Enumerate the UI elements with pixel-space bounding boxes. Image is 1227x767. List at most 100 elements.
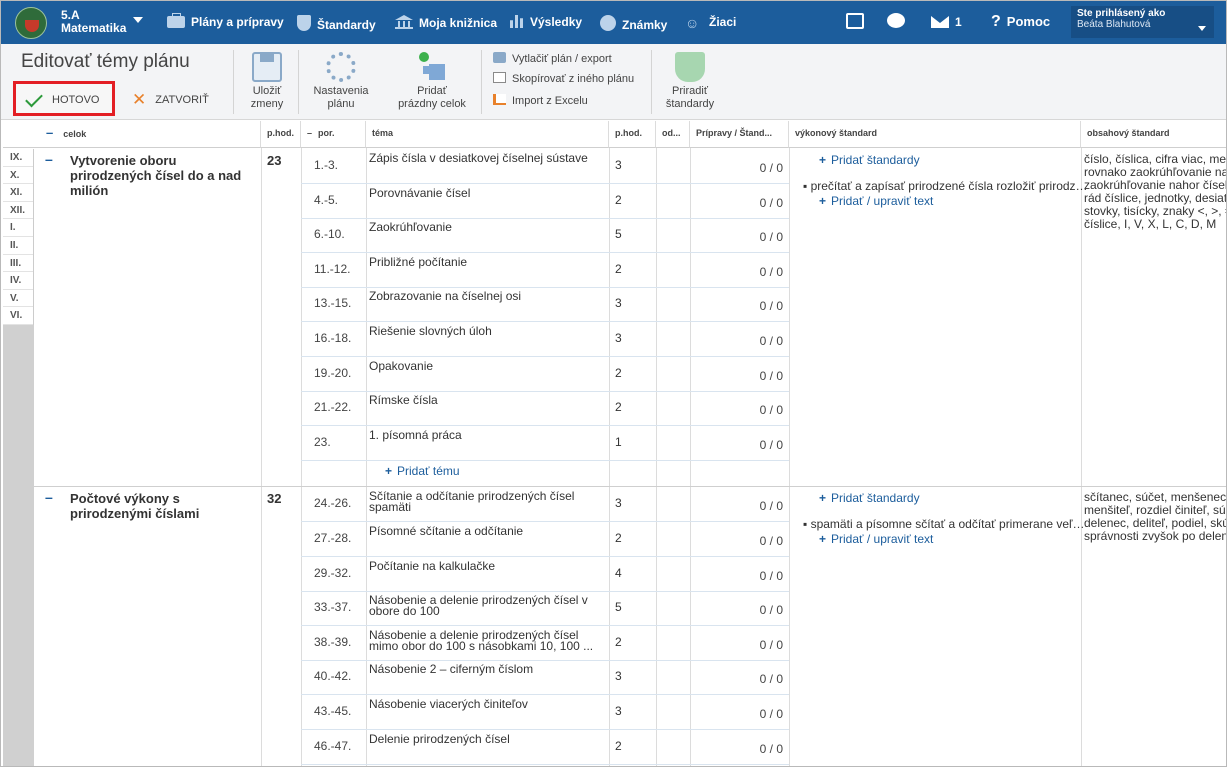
toolbar-divider [233, 50, 234, 114]
mail-icon[interactable] [931, 16, 949, 28]
screen-share-icon[interactable] [846, 13, 864, 29]
row-topic: Delenie prirodzených čísel [369, 731, 510, 746]
group-name[interactable]: Počtové výkony s prirodzenými číslami [70, 491, 255, 521]
help-label: Pomoc [1006, 14, 1051, 29]
user-menu[interactable]: Ste prihlásený ako Beáta Blahutová [1071, 6, 1214, 38]
row-hours: 1 [615, 434, 622, 449]
header-hours-2[interactable]: p.hod. [609, 121, 656, 148]
row-topic: Riešenie slovných úloh [369, 324, 492, 338]
assign-standards-button[interactable]: Priradiť štandardy [659, 52, 721, 111]
header-performance-standard[interactable]: výkonový štandard [789, 121, 1081, 148]
copy-from-plan-link[interactable]: Skopírovať z iného plánu [493, 72, 634, 85]
add-topic-link[interactable]: + Pridať tému [385, 464, 460, 478]
row-preparations: 0 / 0 [759, 334, 783, 348]
assign-label-2: štandardy [665, 98, 715, 110]
table-row[interactable]: 19.-20. Opakovanie 2 0 / 0 [301, 357, 789, 392]
row-preparations: 0 / 0 [759, 403, 783, 418]
chat-icon[interactable] [887, 13, 905, 28]
add-standards-link[interactable]: + Pridať štandardy [819, 153, 920, 167]
nav-plans[interactable]: Plány a prípravy [167, 13, 284, 29]
row-preparations: 0 / 0 [759, 161, 783, 175]
table-row[interactable]: 40.-42. Násobenie 2 – ciferným číslom 3 0 /… [301, 660, 789, 696]
table-row[interactable]: 27.-28. Písomné sčítanie a odčítanie 2 0 / … [301, 522, 789, 557]
plus-icon: + [385, 464, 393, 479]
header-celok-label: celok [63, 129, 87, 139]
done-button[interactable]: HOTOVO [13, 81, 115, 116]
table-row[interactable]: 33.-37. Násobenie a delenie prirodzených … [301, 591, 789, 627]
row-topic: Násobenie viacerých činiteľov [369, 697, 528, 711]
plan-settings-button[interactable]: Nastavenia plánu [307, 52, 375, 111]
table-row[interactable]: 29.-32. Počítanie na kalkulačke 4 0 / 0 [301, 557, 789, 592]
add-standards-label: Pridať štandardy [831, 153, 920, 167]
collapse-group-icon[interactable]: – [45, 151, 53, 167]
toolbar-divider [481, 50, 482, 114]
nav-grades[interactable]: Známky [600, 15, 667, 32]
header-topic[interactable]: téma [366, 121, 609, 148]
row-hours: 3 [615, 496, 622, 511]
plus-icon: + [819, 491, 827, 506]
header-order[interactable]: – por. [301, 121, 366, 148]
header-content-standard[interactable]: obsahový štandard [1081, 121, 1226, 148]
nav-results[interactable]: Výsledky [510, 15, 582, 29]
table-row[interactable]: 6.-10. Zaokrúhľovanie 5 0 / 0 [301, 218, 789, 254]
assign-label-1: Priradiť [672, 85, 708, 97]
row-order: 1.-3. [314, 158, 339, 172]
row-order: 4.-5. [314, 192, 339, 207]
row-preparations: 0 / 0 [759, 603, 783, 618]
table-row[interactable]: 13.-15. Zobrazovanie na číselnej osi 3 0 / … [301, 287, 789, 323]
row-preparations: 0 / 0 [759, 741, 783, 756]
table-row[interactable]: 43.-45. Násobenie viacerých činiteľov 3 0 /… [301, 695, 789, 730]
import-excel-link[interactable]: Import z Excelu [493, 94, 588, 107]
done-label: HOTOVO [52, 94, 100, 106]
column-divider [789, 148, 790, 766]
table-row[interactable]: 46.-47. Delenie prirodzených čísel 2 0 / 0 [301, 730, 789, 765]
nav-library[interactable]: Moja knižnica [395, 15, 497, 30]
nav-students[interactable]: ☺ Žiaci [685, 15, 736, 31]
edit-text-link[interactable]: + Pridať / upraviť text [819, 194, 933, 208]
edit-text-link[interactable]: + Pridať / upraviť text [819, 532, 933, 546]
help-button[interactable]: ? Pomoc [991, 13, 1050, 31]
toolbar-divider [298, 50, 299, 114]
table-row[interactable]: 16.-18. Riešenie slovných úloh 3 0 / 0 [301, 322, 789, 357]
header-from[interactable]: od... [656, 121, 690, 148]
row-preparations: 0 / 0 [759, 568, 783, 583]
header-celok[interactable]: – celok [34, 121, 261, 148]
table-row[interactable]: 4.-5. Porovnávanie čísel 2 0 / 0 [301, 184, 789, 219]
plus-icon: + [819, 532, 827, 547]
row-hours: 2 [615, 365, 622, 380]
table-row[interactable]: 24.-26. Sčítanie a odčítanie prirodzených… [301, 487, 789, 523]
print-export-link[interactable]: Vytlačiť plán / export [493, 52, 612, 65]
header-preparations[interactable]: Prípravy / Štand... [690, 121, 789, 148]
add-standards-link[interactable]: + Pridať štandardy [819, 491, 920, 505]
school-logo-icon[interactable] [15, 7, 47, 39]
add-group-icon [417, 52, 447, 82]
table-row[interactable]: 21.-22. Rímske čísla 2 0 / 0 [301, 391, 789, 427]
add-empty-group-button[interactable]: Pridať prázdny celok [391, 52, 473, 111]
plus-icon: + [819, 194, 827, 208]
save-changes-button[interactable]: Uložiť zmeny [245, 52, 289, 111]
import-icon [493, 94, 506, 105]
row-hours: 3 [615, 158, 622, 172]
close-button[interactable]: ✕ ZATVORIŤ [132, 90, 209, 110]
table-row[interactable]: 23. 1. písomná práca 1 0 / 0 [301, 426, 789, 461]
user-label: Ste prihlásený ako [1077, 8, 1166, 19]
row-order: 27.-28. [314, 531, 352, 545]
printer-icon [493, 52, 506, 63]
collapse-group-icon[interactable]: – [45, 489, 53, 505]
table-row[interactable]: 11.-12. Približné počítanie 2 0 / 0 [301, 253, 789, 288]
gears-icon [326, 52, 356, 82]
collapse-all-icon[interactable]: – [46, 125, 53, 140]
row-order: 24.-26. [314, 496, 352, 511]
header-hours[interactable]: p.hod. [261, 121, 301, 148]
table-row[interactable]: 38.-39. Násobenie a delenie prirodzených … [301, 626, 789, 661]
class-selector[interactable]: 5.A Matematika [61, 9, 143, 35]
group-name[interactable]: Vytvorenie oboru prirodzených čísel do a… [70, 153, 255, 198]
nav-standards[interactable]: Štandardy [297, 15, 376, 32]
row-hours: 4 [615, 565, 622, 580]
library-icon [395, 15, 413, 29]
add-group-label-2: prázdny celok [398, 98, 466, 110]
mail-count-badge: 1 [955, 15, 962, 29]
checkmark-icon [25, 89, 43, 108]
nav-plans-label: Plány a prípravy [191, 15, 284, 29]
table-row[interactable]: 1.-3. Zápis čísla v desiatkovej číselnej … [301, 149, 789, 184]
